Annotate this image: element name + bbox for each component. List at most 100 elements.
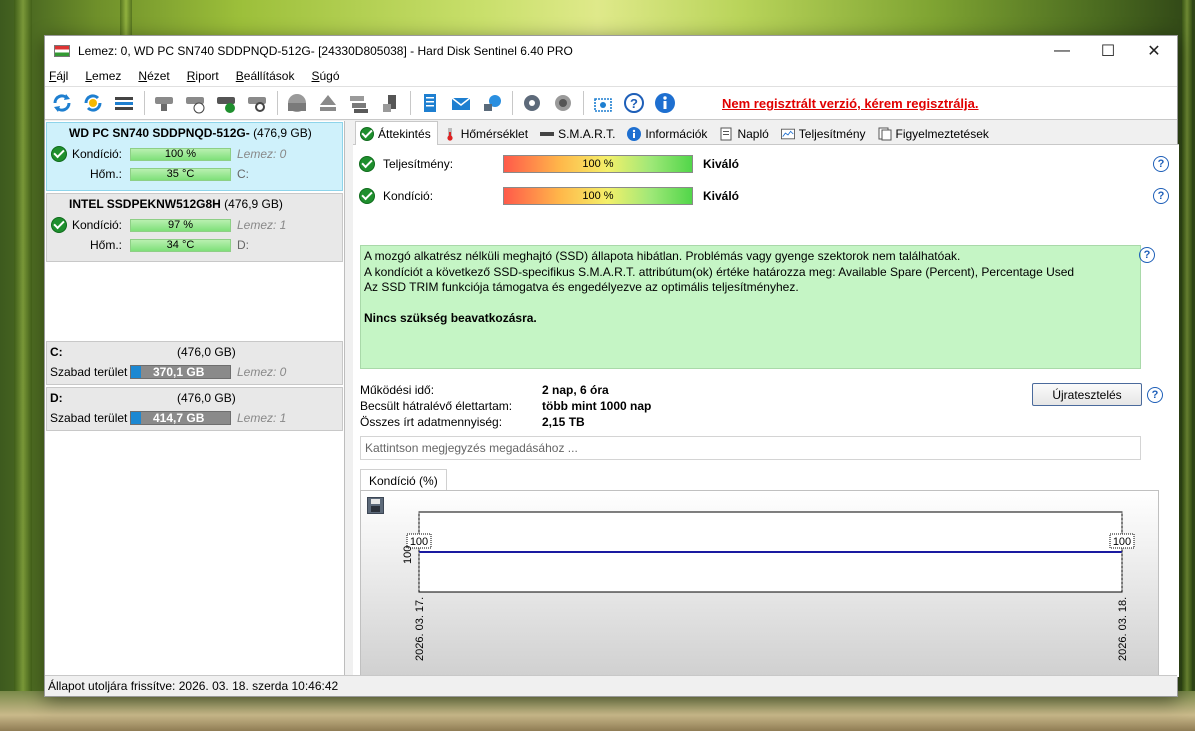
disk-check-icon	[217, 97, 235, 113]
help-icon[interactable]: ?	[1153, 156, 1169, 172]
disk-item-0[interactable]: WD PC SN740 SDDPNQD-512G- (476,9 GB) Kon…	[46, 122, 343, 191]
y-tick-label: 100	[402, 546, 414, 564]
thermometer-icon	[443, 127, 457, 141]
written-label: Összes írt adatmennyiség:	[360, 415, 503, 429]
menu-file[interactable]: Fájl	[49, 69, 76, 83]
partition-item-d[interactable]: D: (476,0 GB) Szabad terület 414,7 GB Lem…	[46, 387, 343, 431]
menu-bar: Fájl Lemez Nézet Riport Beállítások Súgó	[45, 66, 1177, 86]
chart-tab-condition[interactable]: Kondíció (%)	[360, 469, 447, 491]
info-line: Az SSD TRIM funkciója támogatva és enged…	[364, 280, 799, 294]
disk-list-button[interactable]	[111, 90, 137, 116]
performance-label: Teljesítmény:	[383, 157, 454, 171]
title-bar[interactable]: Lemez: 0, WD PC SN740 SDDPNQD-512G- [243…	[45, 36, 1177, 66]
condition-bar: 100 %	[503, 187, 693, 205]
about-button[interactable]	[652, 90, 678, 116]
drive-letter: C:	[237, 167, 249, 181]
temperature-label: Hőm.:	[89, 167, 122, 181]
help-icon[interactable]: ?	[1147, 387, 1163, 403]
free-space-label: Szabad terület	[50, 411, 128, 425]
tab-performance[interactable]: Teljesítmény	[776, 122, 873, 144]
disk-size: (476,9 GB)	[224, 197, 283, 211]
hdd-icon	[288, 94, 306, 112]
condition-label: Kondíció:	[71, 147, 122, 161]
tab-overview[interactable]: Áttekintés	[355, 121, 438, 145]
partition-letter: C:	[50, 345, 63, 359]
maximize-icon: ☐	[1100, 43, 1116, 60]
uptime-label: Működési idő:	[360, 383, 435, 397]
note-input[interactable]: Kattintson megjegyzés megadásához ...	[360, 436, 1141, 460]
lifetime-label: Becsült hátralévő élettartam:	[360, 399, 513, 413]
screenshot-button[interactable]	[590, 90, 616, 116]
minimize-button[interactable]: —	[1039, 36, 1085, 66]
disk-clock-icon	[186, 97, 205, 114]
disk-size: (476,9 GB)	[253, 126, 312, 140]
menu-disk[interactable]: Lemez	[85, 69, 129, 83]
help-button[interactable]: ?	[621, 90, 647, 116]
disk-surface-button[interactable]	[151, 90, 177, 116]
close-button[interactable]: ✕	[1131, 36, 1177, 66]
temperature-label: Hőm.:	[89, 238, 122, 252]
sound-button[interactable]	[550, 90, 576, 116]
condition-rating: Kiváló	[703, 189, 740, 203]
performance-row: Teljesítmény: 100 % Kiváló ?	[359, 153, 1169, 175]
lifetime-value: több mint 1000 nap	[542, 399, 652, 413]
menu-help[interactable]: Súgó	[311, 69, 347, 83]
tab-alerts[interactable]: Figyelmeztetések	[873, 122, 996, 144]
refresh-button[interactable]	[49, 90, 75, 116]
x-tick-label: 2026. 03. 18.	[1117, 597, 1129, 661]
network-button[interactable]	[479, 90, 505, 116]
tab-log[interactable]: Napló	[714, 122, 775, 144]
eject-button[interactable]	[315, 90, 341, 116]
usb-drive-button[interactable]	[377, 90, 403, 116]
document-icon	[719, 127, 733, 141]
tab-information[interactable]: Információk	[622, 122, 714, 144]
settings-button[interactable]	[519, 90, 545, 116]
info-recommendation: Nincs szükség beavatkozásra.	[364, 310, 537, 325]
maximize-button[interactable]: ☐	[1085, 36, 1131, 66]
help-icon[interactable]: ?	[1139, 247, 1155, 263]
disk-surface-icon	[155, 97, 173, 111]
refresh-icon	[53, 94, 71, 112]
hdd-button[interactable]	[284, 90, 310, 116]
retest-button[interactable]: Újratesztelés	[1032, 383, 1142, 406]
disk-schedule-button[interactable]	[182, 90, 208, 116]
chart-icon	[780, 127, 795, 141]
minimize-icon: —	[1054, 42, 1070, 59]
email-button[interactable]	[448, 90, 474, 116]
disk-check-button[interactable]	[213, 90, 239, 116]
menu-report[interactable]: Riport	[187, 69, 227, 83]
tab-temperature[interactable]: Hőmérséklet	[438, 122, 535, 144]
close-icon: ✕	[1147, 43, 1161, 60]
camera-icon	[594, 98, 612, 112]
toolbar: ? Nem regisztrált verzió, kérem regisztr…	[45, 86, 1177, 120]
refresh-warning-button[interactable]	[80, 90, 106, 116]
toolbar-separator	[277, 91, 278, 115]
performance-bar: 100 %	[503, 155, 693, 173]
disk-item-1[interactable]: INTEL SSDPEKNW512G8H (476,9 GB) Kondíció…	[46, 193, 343, 262]
help-icon[interactable]: ?	[1153, 188, 1169, 204]
report-button[interactable]	[417, 90, 443, 116]
app-flag-icon	[54, 45, 70, 57]
status-text: Állapot utoljára frissítve: 2026. 03. 18…	[48, 679, 339, 693]
help-icon: ?	[624, 93, 644, 113]
toolbar-separator	[512, 91, 513, 115]
svg-text:?: ?	[630, 96, 638, 111]
tab-smart[interactable]: S.M.A.R.T.	[535, 122, 622, 144]
register-link[interactable]: Nem regisztrált verzió, kérem regisztrál…	[722, 96, 979, 111]
condition-chart-svg: 100 1001002026. 03. 17. 2026. 03. 18.	[402, 511, 1135, 661]
menu-view[interactable]: Nézet	[138, 69, 177, 83]
partition-item-c[interactable]: C: (476,0 GB) Szabad terület 370,1 GB Lem…	[46, 341, 343, 385]
drives-button[interactable]	[346, 90, 372, 116]
eject-icon	[320, 95, 336, 111]
menu-settings[interactable]: Beállítások	[236, 69, 303, 83]
free-space-bar: 370,1 GB	[130, 365, 231, 379]
network-globe-icon	[484, 95, 501, 111]
condition-row: Kondíció: 100 % Kiváló ?	[359, 185, 1169, 207]
condition-label: Kondíció:	[383, 189, 434, 203]
drive-icon	[540, 127, 555, 141]
refresh-warning-icon	[84, 94, 102, 112]
info-line: A kondíciót a következő SSD-specifikus S…	[364, 264, 1075, 279]
temperature-bar: 35 °C	[130, 167, 231, 181]
disk-search-button[interactable]	[244, 90, 270, 116]
toolbar-separator	[583, 91, 584, 115]
